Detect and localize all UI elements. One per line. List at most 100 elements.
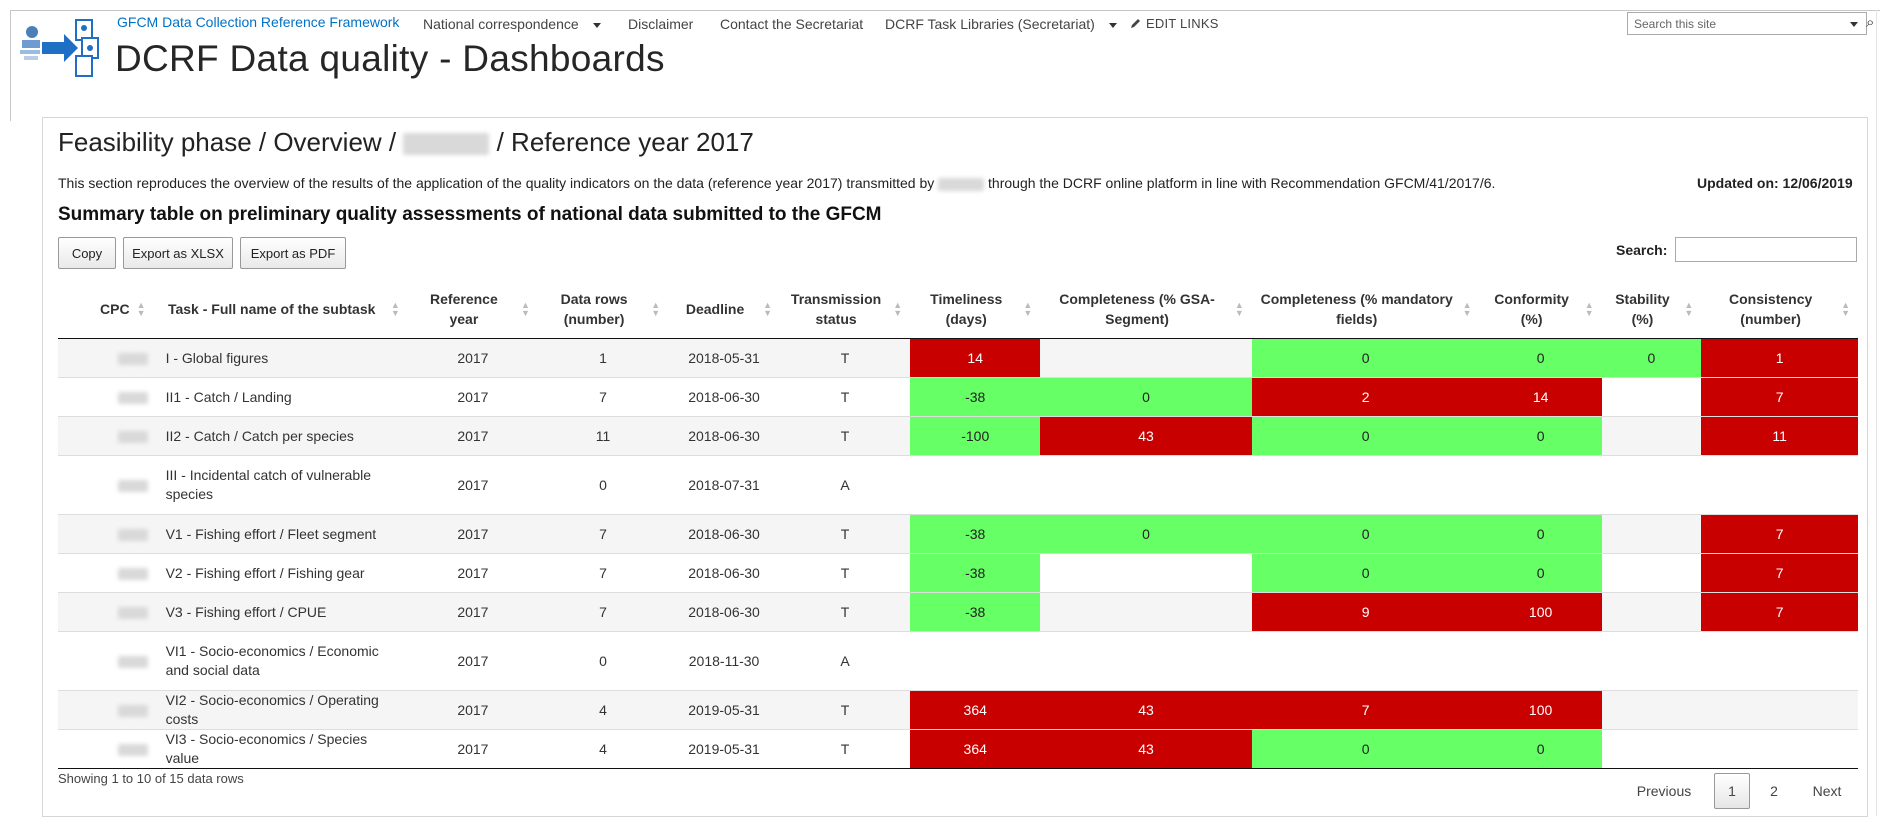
deadline-cell: 2018-07-31 xyxy=(668,455,780,515)
data-rows-cell: 4 xyxy=(537,690,669,730)
conformity-cell xyxy=(1479,631,1602,691)
chevron-down-icon xyxy=(592,22,601,28)
pagination-previous[interactable]: Previous xyxy=(1628,773,1700,809)
conformity-cell: 0 xyxy=(1479,553,1602,593)
redacted-cpc xyxy=(117,391,148,404)
stability-cell xyxy=(1601,416,1702,456)
nav-national-correspondence[interactable]: National correspondence xyxy=(423,16,601,32)
sort-icon: ▲ ▼ xyxy=(651,300,661,318)
completeness-gsa-cell: 0 xyxy=(1040,514,1252,554)
data-rows-cell: 4 xyxy=(537,729,669,769)
transmission-status-cell: T xyxy=(779,592,911,632)
reference-year-cell: 2017 xyxy=(407,592,538,632)
table-row: VI1 - Socio-economics / Economic and soc… xyxy=(58,631,1858,691)
timeliness-cell: -38 xyxy=(910,553,1041,593)
redacted-country xyxy=(403,133,490,156)
task-cell: II1 - Catch / Landing xyxy=(153,377,408,417)
deadline-cell: 2018-06-30 xyxy=(668,416,780,456)
column-header-data-rows[interactable]: Data rows (number) ▲ ▼ xyxy=(537,280,669,339)
pagination-page-2[interactable]: 2 xyxy=(1756,773,1792,809)
pencil-icon xyxy=(1131,19,1140,28)
nav-task-libraries[interactable]: DCRF Task Libraries (Secretariat) xyxy=(885,16,1117,32)
gfcm-logo[interactable] xyxy=(12,14,108,86)
column-header-timeliness[interactable]: Timeliness (days) ▲ ▼ xyxy=(910,280,1041,339)
task-cell: VI2 - Socio-economics / Operating costs xyxy=(153,690,408,730)
data-rows-cell: 7 xyxy=(537,553,669,593)
export-pdf-button[interactable]: Export as PDF xyxy=(240,237,346,269)
reference-year-cell: 2017 xyxy=(407,729,538,769)
completeness-gsa-cell: 0 xyxy=(1040,377,1252,417)
column-label: Task - Full name of the subtask xyxy=(167,301,376,317)
pagination-page-1[interactable]: 1 xyxy=(1714,773,1750,809)
summary-title: Summary table on preliminary quality ass… xyxy=(58,204,882,225)
copy-button[interactable]: Copy xyxy=(58,237,116,269)
column-label: Conformity (%) xyxy=(1494,291,1569,327)
column-header-task[interactable]: Task - Full name of the subtask ▲ ▼ xyxy=(153,280,408,339)
completeness-mandatory-cell: 2 xyxy=(1251,377,1480,417)
timeliness-cell: -38 xyxy=(910,592,1041,632)
nav-contact-secretariat[interactable]: Contact the Secretariat xyxy=(720,16,863,32)
pagination-next[interactable]: Next xyxy=(1800,773,1854,809)
column-header-stability[interactable]: Stability (%) ▲ ▼ xyxy=(1601,280,1702,339)
transmission-status-cell: A xyxy=(779,631,911,691)
site-search-input[interactable]: Search this site xyxy=(1627,12,1867,35)
nav-disclaimer[interactable]: Disclaimer xyxy=(628,16,693,32)
table-row: VI2 - Socio-economics / Operating costs 2… xyxy=(58,690,1858,730)
redacted-cpc xyxy=(117,479,148,492)
redacted-cpc xyxy=(117,655,148,668)
reference-year-cell: 2017 xyxy=(407,338,538,378)
export-xlsx-button[interactable]: Export as XLSX xyxy=(123,237,233,269)
column-header-consistency[interactable]: Consistency (number) ▲ ▼ xyxy=(1701,280,1858,339)
edit-links-button[interactable]: EDIT LINKS xyxy=(1130,16,1219,31)
site-title-link[interactable]: GFCM Data Collection Reference Framework xyxy=(117,14,399,30)
stability-cell xyxy=(1601,631,1702,691)
column-header-deadline[interactable]: Deadline ▲ ▼ xyxy=(668,280,780,339)
conformity-cell: 100 xyxy=(1479,690,1602,730)
sort-icon: ▲ ▼ xyxy=(1684,300,1694,318)
redacted-cpc xyxy=(117,352,148,365)
completeness-gsa-cell xyxy=(1040,338,1252,378)
deadline-cell: 2018-11-30 xyxy=(668,631,780,691)
sort-icon: ▲ ▼ xyxy=(1023,300,1033,318)
transmission-status-cell: T xyxy=(779,690,911,730)
cpc-cell xyxy=(58,416,154,456)
completeness-mandatory-cell: 7 xyxy=(1251,690,1480,730)
cpc-cell xyxy=(58,690,154,730)
table-row: II1 - Catch / Landing 2017 7 2018-06-30 T -38… xyxy=(58,377,1858,417)
consistency-cell: 1 xyxy=(1701,338,1858,378)
page-title: DCRF Data quality - Dashboards xyxy=(115,38,665,79)
task-cell: V3 - Fishing effort / CPUE xyxy=(153,592,408,632)
search-icon[interactable]: ⌕ xyxy=(1866,14,1874,31)
stability-cell: 0 xyxy=(1601,338,1702,378)
completeness-gsa-cell xyxy=(1040,553,1252,593)
timeliness-cell: 14 xyxy=(910,338,1041,378)
column-label: Transmission status xyxy=(790,291,882,327)
deadline-cell: 2019-05-31 xyxy=(668,729,780,769)
column-header-transmission-status[interactable]: Transmission status ▲ ▼ xyxy=(779,280,911,339)
nav-label: Disclaimer xyxy=(628,16,694,32)
edit-links-label: EDIT LINKS xyxy=(1146,16,1219,31)
task-cell: I - Global figures xyxy=(153,338,408,378)
column-header-completeness-gsa[interactable]: Completeness (% GSA-Segment) ▲ ▼ xyxy=(1040,280,1252,339)
conformity-cell: 100 xyxy=(1479,592,1602,632)
completeness-gsa-cell: 43 xyxy=(1040,416,1252,456)
column-header-cpc[interactable]: CPC ▲ ▼ xyxy=(58,280,154,339)
transmission-status-cell: T xyxy=(779,338,911,378)
data-rows-cell: 0 xyxy=(537,631,669,691)
chevron-down-icon[interactable] xyxy=(1850,22,1858,27)
breadcrumb-suffix: / Reference year 2017 xyxy=(496,127,754,157)
consistency-cell xyxy=(1701,729,1858,769)
data-rows-cell: 7 xyxy=(537,377,669,417)
column-header-conformity[interactable]: Conformity (%) ▲ ▼ xyxy=(1479,280,1602,339)
consistency-cell: 7 xyxy=(1701,592,1858,632)
timeliness-cell: -100 xyxy=(910,416,1041,456)
table-row: V1 - Fishing effort / Fleet segment 2017 7… xyxy=(58,514,1858,554)
table-search-input[interactable] xyxy=(1675,237,1857,262)
redacted-cpc xyxy=(117,743,148,756)
column-header-completeness-mandatory[interactable]: Completeness (% mandatory fields) ▲ ▼ xyxy=(1251,280,1480,339)
column-label: Deadline xyxy=(685,301,745,317)
reference-year-cell: 2017 xyxy=(407,455,538,515)
column-header-reference-year[interactable]: Reference year ▲ ▼ xyxy=(407,280,538,339)
redacted-cpc xyxy=(117,528,148,541)
stability-cell xyxy=(1601,690,1702,730)
